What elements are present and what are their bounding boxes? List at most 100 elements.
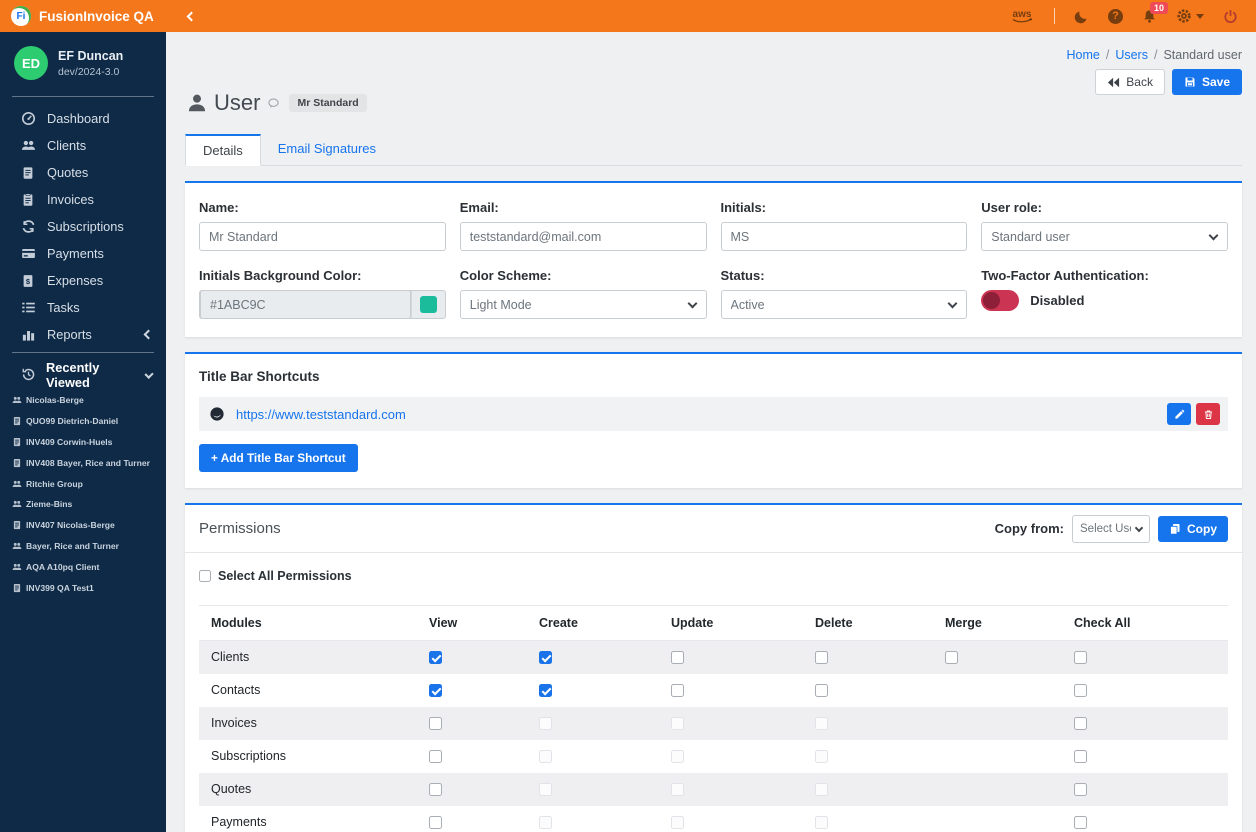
sidebar-collapse-icon[interactable] <box>187 11 197 21</box>
user-role-select[interactable]: Standard user <box>981 222 1228 251</box>
client-icon <box>12 499 22 509</box>
contacts-delete-checkbox[interactable] <box>815 684 828 697</box>
sidebar-divider <box>12 96 154 97</box>
payments-check-all-checkbox[interactable] <box>1074 816 1087 829</box>
shortcut-url-link[interactable]: https://www.teststandard.com <box>236 407 406 422</box>
subscriptions-view-checkbox[interactable] <box>429 750 442 763</box>
recent-item-bayer-rice-and-turner[interactable]: Bayer, Rice and Turner <box>0 536 166 557</box>
subscriptions-delete-checkbox <box>815 750 828 763</box>
column-header-update: Update <box>659 606 803 641</box>
sidebar-item-label: Subscriptions <box>47 219 124 234</box>
breadcrumb-users-link[interactable]: Users <box>1115 48 1148 62</box>
email-label: Email: <box>460 200 707 215</box>
back-button[interactable]: Back <box>1095 69 1165 95</box>
chevron-down-icon <box>144 370 154 380</box>
quotes-view-checkbox[interactable] <box>429 783 442 796</box>
clients-merge-checkbox[interactable] <box>945 651 958 664</box>
invoices-view-checkbox[interactable] <box>429 717 442 730</box>
recent-item-quo99-dietrich-daniel[interactable]: QUO99 Dietrich-Daniel <box>0 411 166 432</box>
tasks-icon <box>21 300 37 315</box>
initials-input[interactable] <box>721 222 968 251</box>
contacts-check-all-checkbox[interactable] <box>1074 684 1087 697</box>
sidebar-item-subscriptions[interactable]: Subscriptions <box>0 213 166 240</box>
clients-view-checkbox[interactable] <box>429 651 442 664</box>
subscriptions-icon <box>21 219 37 234</box>
color-scheme-select[interactable]: Light Mode <box>460 290 707 319</box>
contacts-update-checkbox[interactable] <box>671 684 684 697</box>
dark-mode-moon-icon[interactable] <box>1074 9 1089 24</box>
initials-bg-color-label: Initials Background Color: <box>199 268 446 283</box>
invoices-check-all-checkbox[interactable] <box>1074 717 1087 730</box>
shortcut-row: https://www.teststandard.com <box>199 397 1228 431</box>
copy-button[interactable]: Copy <box>1158 516 1228 542</box>
document-icon <box>12 458 22 468</box>
shortcuts-title: Title Bar Shortcuts <box>199 369 1228 384</box>
help-icon[interactable]: ? <box>1108 9 1123 24</box>
add-shortcut-button[interactable]: + Add Title Bar Shortcut <box>199 444 358 472</box>
select-all-permissions-checkbox[interactable] <box>199 570 211 582</box>
recently-viewed-list: Nicolas-BergeQUO99 Dietrich-DanielINV409… <box>0 388 166 598</box>
chevron-left-icon <box>144 330 154 340</box>
recent-item-inv399-qa-test1[interactable]: INV399 QA Test1 <box>0 577 166 598</box>
quotes-check-all-checkbox[interactable] <box>1074 783 1087 796</box>
notifications-bell-icon[interactable]: 10 <box>1142 9 1157 24</box>
topbar: Fi FusionInvoice QA aws ? 10 <box>0 0 1256 32</box>
aws-icon[interactable]: aws <box>1009 8 1035 25</box>
name-input[interactable] <box>199 222 446 251</box>
sidebar-item-payments[interactable]: Payments <box>0 240 166 267</box>
sidebar-item-expenses[interactable]: $Expenses <box>0 267 166 294</box>
initials-bg-color-input[interactable] <box>200 290 411 319</box>
trash-icon <box>1203 409 1214 420</box>
delete-shortcut-button[interactable] <box>1196 403 1220 425</box>
edit-shortcut-button[interactable] <box>1167 403 1191 425</box>
recent-item-inv409-corwin-huels[interactable]: INV409 Corwin-Huels <box>0 432 166 453</box>
recent-item-aqa-a10pq-client[interactable]: AQA A10pq Client <box>0 556 166 577</box>
clients-update-checkbox[interactable] <box>671 651 684 664</box>
two-factor-toggle[interactable] <box>981 290 1019 311</box>
subscriptions-check-all-checkbox[interactable] <box>1074 750 1087 763</box>
recent-item-zieme-bins[interactable]: Zieme-Bins <box>0 494 166 515</box>
sidebar-item-reports[interactable]: Reports <box>0 321 166 348</box>
recent-item-nicolas-berge[interactable]: Nicolas-Berge <box>0 390 166 411</box>
sidebar-item-clients[interactable]: Clients <box>0 132 166 159</box>
sidebar-item-dashboard[interactable]: Dashboard <box>0 105 166 132</box>
sidebar-item-quotes[interactable]: Quotes <box>0 159 166 186</box>
brand[interactable]: Fi FusionInvoice QA <box>0 6 166 26</box>
client-icon <box>12 395 22 405</box>
recent-item-inv407-nicolas-berge[interactable]: INV407 Nicolas-Berge <box>0 515 166 536</box>
user-name: EF Duncan <box>58 49 123 63</box>
clients-check-all-checkbox[interactable] <box>1074 651 1087 664</box>
invoices-icon <box>21 193 37 207</box>
contacts-create-checkbox[interactable] <box>539 684 552 697</box>
recent-item-ritchie-group[interactable]: Ritchie Group <box>0 473 166 494</box>
chat-bubble-icon[interactable] <box>267 97 280 110</box>
sidebar-user-block[interactable]: ED EF Duncan dev/2024-3.0 <box>0 32 166 92</box>
status-select[interactable]: Active <box>721 290 968 319</box>
color-picker-button[interactable] <box>411 291 445 318</box>
caret-down-icon <box>1196 14 1204 19</box>
contacts-view-checkbox[interactable] <box>429 684 442 697</box>
breadcrumb-home-link[interactable]: Home <box>1067 48 1100 62</box>
clients-delete-checkbox[interactable] <box>815 651 828 664</box>
recent-item-inv408-bayer-rice-and-turner[interactable]: INV408 Bayer, Rice and Turner <box>0 452 166 473</box>
table-row-contacts: Contacts <box>199 674 1228 707</box>
clients-create-checkbox[interactable] <box>539 651 552 664</box>
email-input[interactable] <box>460 222 707 251</box>
sidebar-item-recently-viewed[interactable]: Recently Viewed <box>0 361 166 388</box>
sidebar-item-tasks[interactable]: Tasks <box>0 294 166 321</box>
sidebar-item-invoices[interactable]: Invoices <box>0 186 166 213</box>
save-button[interactable]: Save <box>1172 69 1242 95</box>
copy-from-select[interactable]: Select User <box>1072 515 1150 543</box>
table-row-quotes: Quotes <box>199 773 1228 806</box>
table-row-subscriptions: Subscriptions <box>199 740 1228 773</box>
payments-view-checkbox[interactable] <box>429 816 442 829</box>
logout-power-icon[interactable] <box>1223 9 1238 24</box>
settings-gear-icon[interactable] <box>1176 8 1204 24</box>
sidebar-item-label: Payments <box>47 246 104 261</box>
sidebar-item-label: Tasks <box>47 300 80 315</box>
sidebar-menu: DashboardClientsQuotesInvoices Subscripti… <box>0 105 166 388</box>
tab-details[interactable]: Details <box>185 134 261 166</box>
table-row-clients: Clients <box>199 641 1228 674</box>
tab-email-signatures[interactable]: Email Signatures <box>261 134 393 165</box>
tab-bar: Details Email Signatures <box>185 134 1242 166</box>
